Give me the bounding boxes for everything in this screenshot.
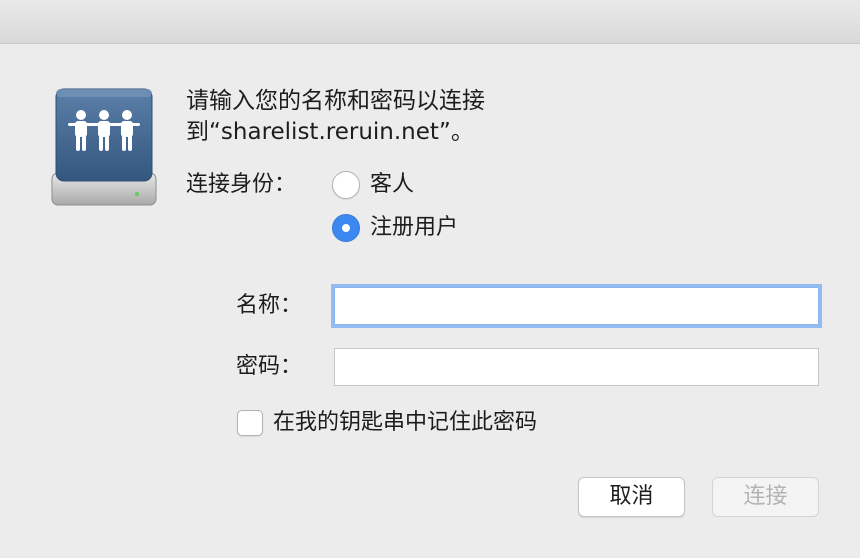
radio-button-registered-user[interactable] bbox=[332, 214, 360, 242]
remember-keychain-label: 在我的钥匙串中记住此密码 bbox=[273, 410, 538, 435]
radio-button-guest[interactable] bbox=[332, 171, 360, 199]
radio-registered-user[interactable]: 注册用户 bbox=[332, 212, 458, 244]
password-input[interactable] bbox=[334, 348, 819, 386]
prompt-line-2: 到“sharelist.reruin.net”。 bbox=[186, 119, 474, 145]
cancel-button[interactable]: 取消 bbox=[578, 477, 685, 517]
name-input[interactable] bbox=[334, 287, 819, 325]
radio-guest[interactable]: 客人 bbox=[332, 169, 414, 201]
connect-as-label: 连接身份： bbox=[186, 172, 297, 197]
remember-keychain-checkbox[interactable] bbox=[237, 410, 263, 436]
prompt-line-1: 请输入您的名称和密码以连接 bbox=[186, 88, 485, 114]
password-field-label: 密码： bbox=[236, 354, 303, 379]
login-dialog: 请输入您的名称和密码以连接 到“sharelist.reruin.net”。 连… bbox=[0, 0, 860, 558]
name-field-label: 名称： bbox=[236, 293, 303, 318]
radio-guest-label: 客人 bbox=[370, 172, 415, 197]
network-server-icon bbox=[51, 88, 157, 206]
title-bar[interactable] bbox=[0, 0, 860, 44]
radio-registered-user-label: 注册用户 bbox=[370, 215, 459, 240]
connection-prompt: 请输入您的名称和密码以连接 到“sharelist.reruin.net”。 bbox=[186, 86, 786, 148]
connect-button[interactable]: 连接 bbox=[712, 477, 819, 517]
remember-keychain-row[interactable]: 在我的钥匙串中记住此密码 bbox=[237, 407, 537, 439]
